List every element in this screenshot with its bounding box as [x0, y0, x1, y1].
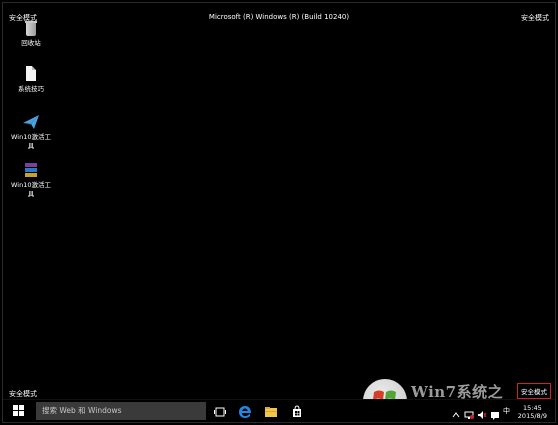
- search-input[interactable]: 搜索 Web 和 Windows: [36, 402, 206, 420]
- edge-browser-button[interactable]: [238, 404, 252, 418]
- tray-chevron-up-icon[interactable]: [451, 405, 461, 419]
- taskbar: 搜索 Web 和 Windows 中 15:45 2015/8/9: [3, 399, 555, 422]
- edge-icon: [239, 406, 251, 418]
- windows-logo-icon: [13, 405, 18, 410]
- desktop-icon-recycle-bin[interactable]: 回收站: [5, 19, 57, 48]
- recycle-bin-icon: [22, 19, 40, 37]
- archive-icon: [22, 161, 40, 179]
- network-icon[interactable]: [464, 405, 474, 419]
- volume-icon[interactable]: [477, 405, 487, 419]
- safe-mode-label-top-right: 安全模式: [521, 14, 549, 22]
- safe-mode-label-bottom-left: 安全模式: [9, 390, 37, 398]
- store-icon: [293, 405, 301, 417]
- paper-plane-icon: [22, 113, 40, 131]
- task-view-icon: [214, 407, 226, 417]
- build-info-title: Microsoft (R) Windows (R) (Build 10240): [208, 13, 350, 21]
- desktop-icon-label: Win10激活工具: [11, 133, 51, 150]
- clock-time: 15:45: [523, 404, 542, 412]
- desktop-icon-win10-activator-2[interactable]: Win10激活工具: [5, 161, 57, 199]
- desktop-screen: 安全模式 Microsoft (R) Windows (R) (Build 10…: [2, 2, 556, 423]
- clock-date: 2015/8/9: [517, 412, 547, 420]
- taskbar-clock[interactable]: 15:45 2015/8/9: [518, 404, 547, 420]
- desktop-icon-win10-activator-1[interactable]: Win10激活工具: [5, 113, 57, 151]
- file-explorer-button[interactable]: [264, 404, 278, 418]
- desktop-icon-label: 系统技巧: [18, 85, 44, 93]
- document-icon: [22, 65, 40, 83]
- ime-indicator[interactable]: 中: [503, 406, 513, 420]
- task-view-button[interactable]: [213, 404, 227, 418]
- store-button[interactable]: [290, 404, 304, 418]
- desktop-icon-system-tips[interactable]: 系统技巧: [5, 65, 57, 94]
- desktop-icon-label: Win10激活工具: [11, 181, 51, 198]
- start-button[interactable]: [13, 405, 25, 417]
- notification-icon[interactable]: [490, 405, 500, 420]
- folder-icon: [265, 407, 277, 417]
- tray-safe-mode-label: 安全模式: [517, 383, 551, 399]
- desktop-icon-label: 回收站: [21, 39, 41, 47]
